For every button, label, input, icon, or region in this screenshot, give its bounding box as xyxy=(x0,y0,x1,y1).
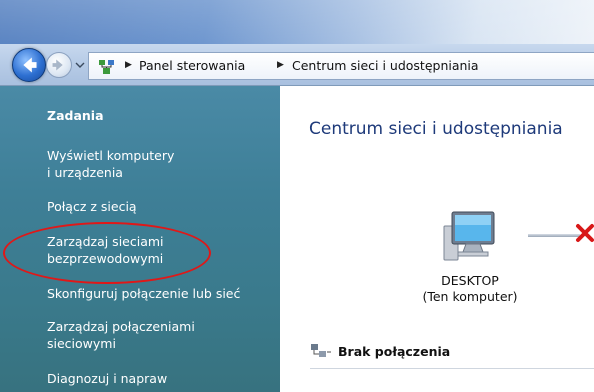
breadcrumb-separator[interactable]: ▶ xyxy=(125,60,133,70)
computer-name: DESKTOP xyxy=(441,273,499,288)
task-link-setup-connection[interactable]: Skonfiguruj połączenie lub sieć xyxy=(47,285,277,302)
network-status-icon xyxy=(311,344,331,357)
main-content: Centrum sieci i udostępniania DESKTOP (T… xyxy=(280,86,594,392)
computer-monitor-icon xyxy=(443,211,495,261)
connection-line xyxy=(528,234,580,237)
breadcrumb-panel-sterowania[interactable]: Panel sterowania xyxy=(139,58,245,73)
network-folder-icon xyxy=(99,60,114,74)
task-link-diagnose[interactable]: Diagnozuj i napraw xyxy=(47,370,277,387)
task-link-connect[interactable]: Połącz z siecią xyxy=(47,198,277,215)
back-button[interactable] xyxy=(12,48,46,82)
connection-status: Brak połączenia xyxy=(338,344,451,359)
back-arrow-icon xyxy=(23,57,37,73)
forward-arrow-icon xyxy=(52,59,63,71)
breadcrumb-centrum-sieci[interactable]: Centrum sieci i udostępniania xyxy=(292,58,479,73)
computer-subtitle: (Ten komputer) xyxy=(422,289,518,304)
chevron-down-icon[interactable] xyxy=(75,61,85,69)
task-link-manage-connections[interactable]: Zarządzaj połączeniami sieciowymi xyxy=(47,318,277,352)
title-glass xyxy=(0,0,594,44)
forward-button[interactable] xyxy=(46,52,72,78)
section-divider xyxy=(310,368,594,369)
page-title: Centrum sieci i udostępniania xyxy=(309,119,563,139)
breadcrumb-separator[interactable]: ▶ xyxy=(277,60,285,70)
red-x-icon[interactable] xyxy=(574,222,594,244)
address-bar[interactable]: ▶ Panel sterowania ▶ Centrum sieci i udo… xyxy=(88,52,594,80)
window-title-bar xyxy=(0,0,594,44)
navigation-bar: ▶ Panel sterowania ▶ Centrum sieci i udo… xyxy=(0,44,594,86)
task-pane-title: Zadania xyxy=(47,108,104,123)
highlight-ellipse xyxy=(3,222,211,284)
task-link-view-computers[interactable]: Wyświetl komputery i urządzenia xyxy=(47,147,277,181)
